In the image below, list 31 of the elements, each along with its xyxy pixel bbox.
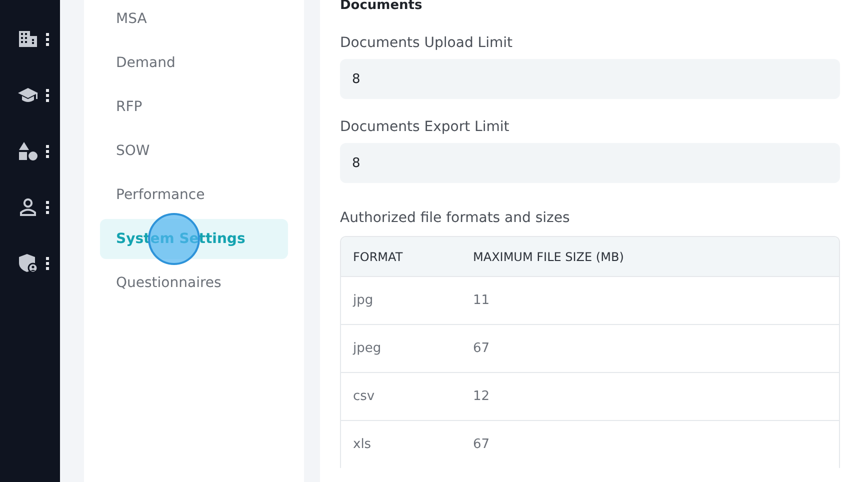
nav-item[interactable]: Questionnaires xyxy=(100,263,288,303)
table-cell-text: csv xyxy=(352,389,376,404)
more-icon[interactable] xyxy=(46,256,48,270)
column-header: MAXIMUM FILE SIZE (MB) xyxy=(473,250,624,264)
building-icon[interactable] xyxy=(18,29,38,49)
nav-item[interactable]: MSA xyxy=(100,0,288,39)
more-icon[interactable] xyxy=(46,88,48,102)
table-title: Authorized file formats and sizes xyxy=(340,209,571,228)
input-field[interactable]: 8 xyxy=(340,143,840,183)
person-icon[interactable] xyxy=(18,197,38,217)
table-cell-text: xls xyxy=(352,437,372,452)
more-icon[interactable] xyxy=(46,32,48,46)
graduation-cap-icon[interactable] xyxy=(18,85,38,105)
more-icon[interactable] xyxy=(46,144,48,158)
nav-item[interactable]: RFP xyxy=(100,87,288,127)
column-header: FORMAT xyxy=(352,250,404,264)
more-icon[interactable] xyxy=(46,200,48,214)
nav-item[interactable]: Demand xyxy=(100,43,288,83)
shapes-icon[interactable] xyxy=(18,141,38,161)
table-cell-text: jpeg xyxy=(352,341,382,356)
table-cell: 67 xyxy=(473,341,490,356)
input-field[interactable]: 8 xyxy=(340,59,840,99)
shield-user-icon[interactable] xyxy=(18,253,38,273)
nav-item[interactable]: SOW xyxy=(100,131,288,171)
field-label: Documents Export Limit xyxy=(340,118,510,137)
table-cell-text: jpg xyxy=(352,293,374,308)
table-cell: 11 xyxy=(473,293,490,308)
table-cell: 12 xyxy=(473,389,490,404)
table-cell: 67 xyxy=(473,437,490,452)
field-label: Documents Upload Limit xyxy=(340,34,514,53)
nav-item[interactable]: Performance xyxy=(100,175,288,215)
